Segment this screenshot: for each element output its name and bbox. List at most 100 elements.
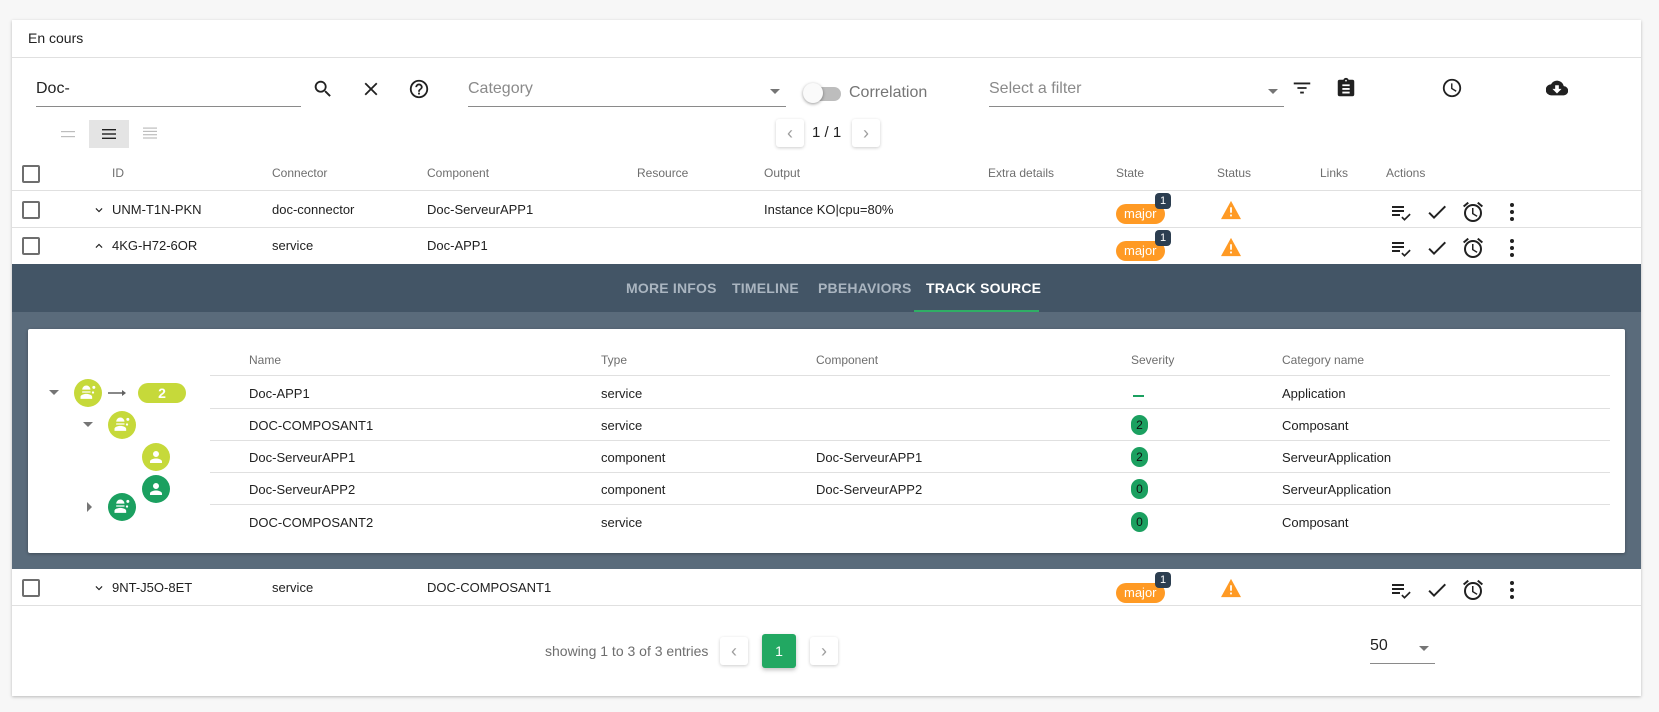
ack-icon[interactable] (1389, 578, 1413, 602)
cell-category: ServeurApplication (1282, 450, 1392, 465)
more-vert-icon[interactable] (1500, 578, 1524, 602)
alarms-card: En cours Doc- Category Correlation Selec… (12, 20, 1641, 696)
snooze-icon[interactable] (1461, 200, 1485, 224)
service-node-icon[interactable] (74, 379, 102, 407)
service-node-icon[interactable] (108, 411, 136, 439)
fast-ack-icon[interactable] (1425, 200, 1449, 224)
more-vert-icon[interactable] (1500, 200, 1524, 224)
severity-none (1133, 395, 1144, 397)
engineer-icon (80, 385, 96, 399)
row-checkbox[interactable] (22, 579, 40, 597)
footer-next-page-button[interactable]: › (810, 637, 838, 665)
collapse-icon[interactable] (49, 390, 59, 395)
correlation-toggle[interactable] (803, 83, 841, 103)
chevron-left-icon: ‹ (731, 640, 737, 661)
chevron-up-icon[interactable] (92, 239, 106, 253)
filter-list-icon (1293, 82, 1311, 94)
state-count-badge: 1 (1155, 193, 1171, 209)
search-button[interactable] (309, 75, 337, 103)
warning-icon (1221, 237, 1241, 257)
snooze-icon[interactable] (1461, 578, 1485, 602)
cell-category: Composant (1282, 515, 1349, 530)
row-checkbox[interactable] (22, 201, 40, 219)
col-header-extra-details[interactable]: Extra details (988, 166, 1054, 180)
chevron-right-icon: › (863, 122, 869, 143)
toggle-knob (803, 83, 823, 103)
chevron-down-icon[interactable] (92, 203, 106, 217)
tab-timeline[interactable]: TIMELINE (732, 264, 799, 312)
col-header-resource[interactable]: Resource (637, 166, 688, 180)
clipboard-icon (1337, 77, 1355, 97)
state-count-badge: 1 (1155, 572, 1171, 588)
row-checkbox[interactable] (22, 237, 40, 255)
fast-ack-icon[interactable] (1425, 236, 1449, 260)
collapse-icon[interactable] (83, 422, 93, 427)
history-button[interactable] (1438, 74, 1466, 102)
cell-component: Doc-ServeurAPP1 (816, 450, 923, 465)
expand-icon[interactable] (87, 502, 92, 512)
component-node-icon[interactable] (142, 443, 170, 471)
chevron-down-icon[interactable] (92, 581, 106, 595)
cell-component: Doc-ServeurAPP2 (816, 482, 923, 497)
row-divider (210, 408, 1610, 409)
component-node-icon[interactable] (142, 475, 170, 503)
dependencies-count[interactable]: 2 (138, 383, 186, 403)
page-1-button[interactable]: 1 (762, 634, 796, 668)
next-page-button[interactable]: › (852, 119, 880, 147)
col-header-actions: Actions (1386, 166, 1426, 180)
cell-name: DOC-COMPOSANT1 (249, 418, 374, 433)
ack-icon[interactable] (1389, 236, 1413, 260)
clear-search-button[interactable] (357, 75, 385, 103)
cell-component: Doc-ServeurAPP1 (427, 202, 534, 217)
col-header-state[interactable]: State (1116, 166, 1144, 180)
per-page-value: 50 (1370, 637, 1388, 654)
col-header-component[interactable]: Component (427, 166, 489, 180)
cell-category: Application (1282, 386, 1346, 401)
prev-page-button[interactable]: ‹ (776, 119, 804, 147)
arrow-right-icon (108, 390, 126, 396)
col-header-status[interactable]: Status (1217, 166, 1251, 180)
col-header-id[interactable]: ID (112, 166, 124, 180)
normal-rows-icon (102, 129, 116, 139)
cell-category: ServeurApplication (1282, 482, 1392, 497)
filter-placeholder: Select a filter (989, 80, 1082, 97)
select-all-checkbox[interactable] (22, 165, 40, 183)
close-icon (364, 82, 378, 96)
filters-button[interactable] (1288, 74, 1316, 102)
service-node-icon[interactable] (108, 493, 136, 521)
col-header-category-name: Category name (1282, 353, 1365, 367)
tab-more-infos[interactable]: MORE INFOS (626, 264, 717, 312)
tab-track-source[interactable]: TRACK SOURCE (926, 264, 1041, 312)
person-icon (150, 451, 162, 463)
per-page-select[interactable]: 50 (1370, 630, 1435, 664)
fast-ack-icon[interactable] (1425, 578, 1449, 602)
clipboard-button[interactable] (1332, 74, 1360, 102)
snooze-icon[interactable] (1461, 236, 1485, 260)
row-divider (210, 375, 1610, 376)
chevron-down-icon (770, 89, 780, 94)
filter-select[interactable]: Select a filter (989, 72, 1284, 107)
density-compact-button[interactable] (48, 120, 88, 148)
footer-prev-page-button[interactable]: ‹ (720, 637, 748, 665)
tab-pbehaviors[interactable]: PBEHAVIORS (818, 264, 912, 312)
search-value: Doc- (36, 80, 70, 97)
state-count-badge: 1 (1155, 230, 1171, 246)
category-placeholder: Category (468, 80, 533, 97)
help-button[interactable] (405, 75, 433, 103)
correlation-label: Correlation (849, 84, 928, 101)
density-normal-button[interactable] (89, 120, 129, 148)
person-icon (150, 483, 162, 495)
card-title: En cours (28, 30, 84, 46)
search-input[interactable]: Doc- (36, 72, 301, 107)
cell-category: Composant (1282, 418, 1349, 433)
col-header-output[interactable]: Output (764, 166, 800, 180)
density-comfortable-button[interactable] (130, 120, 170, 148)
export-button[interactable] (1543, 74, 1571, 102)
compact-rows-icon (61, 131, 75, 138)
more-vert-icon[interactable] (1500, 236, 1524, 260)
ack-icon[interactable] (1389, 200, 1413, 224)
severity-badge: 2 (1131, 447, 1148, 467)
col-header-connector[interactable]: Connector (272, 166, 327, 180)
category-select[interactable]: Category (468, 72, 786, 107)
cloud-download-icon (1546, 80, 1568, 96)
